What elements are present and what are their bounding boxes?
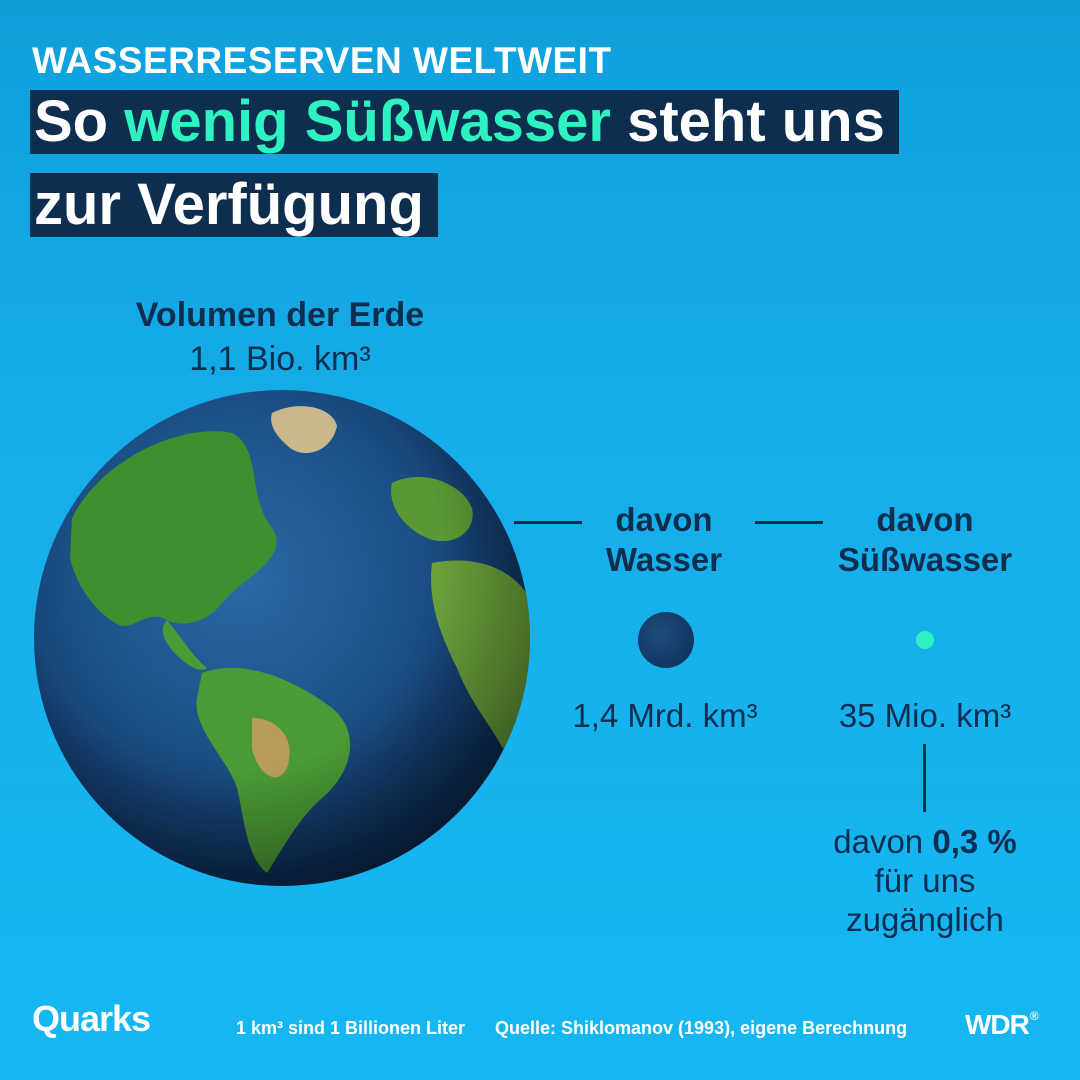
earth-volume-title: Volumen der Erde — [135, 296, 425, 334]
headline-line-1: So wenig Süßwasser steht uns — [30, 90, 899, 154]
kicker-title: WASSERRESERVEN WELTWEIT — [32, 40, 612, 81]
accessible-percent: 0,3 % — [932, 823, 1017, 860]
quarks-logo: Quarks — [32, 998, 151, 1039]
wdr-logo: WDR® — [965, 1009, 1039, 1041]
water-label-line-1: davon — [615, 501, 713, 538]
water-label-line-2: Wasser — [605, 541, 723, 578]
accessible-prefix: davon — [833, 823, 933, 860]
connector-line-water-freshwater — [755, 521, 823, 524]
freshwater-volume-sphere — [916, 631, 934, 649]
earth-volume-value: 1,1 Bio. km³ — [189, 340, 371, 378]
connector-line-freshwater-accessible — [923, 744, 926, 812]
connector-line-earth-water — [514, 521, 582, 524]
water-volume-value: 1,4 Mrd. km³ — [572, 697, 758, 734]
earth-globe-illustration — [34, 390, 530, 886]
headline-part-2: steht uns — [610, 89, 885, 154]
headline-part-1: So — [34, 89, 125, 154]
headline-highlight: wenig Süßwasser — [124, 89, 611, 154]
freshwater-label: davon Süßwasser — [820, 500, 1030, 580]
source-note: Quelle: Shiklomanov (1993), eigene Berec… — [495, 1018, 908, 1038]
freshwater-label-line-1: davon — [876, 501, 974, 538]
wdr-registered-mark: ® — [1029, 1009, 1039, 1023]
accessible-line-3: zugänglich — [846, 901, 1004, 938]
accessible-line-1: davon 0,3 % — [800, 822, 1050, 861]
accessible-freshwater-note: davon 0,3 % für uns zugänglich — [800, 822, 1050, 939]
freshwater-volume-value: 35 Mio. km³ — [838, 697, 1012, 734]
wdr-logo-text: WDR — [965, 1009, 1030, 1040]
water-label: davon Wasser — [574, 500, 754, 580]
unit-note: 1 km³ sind 1 Billionen Liter — [236, 1018, 466, 1038]
headline-line-2: zur Verfügung — [30, 173, 438, 237]
accessible-line-2: für uns — [874, 862, 976, 899]
water-volume-sphere — [638, 612, 694, 668]
freshwater-label-line-2: Süßwasser — [837, 541, 1013, 578]
